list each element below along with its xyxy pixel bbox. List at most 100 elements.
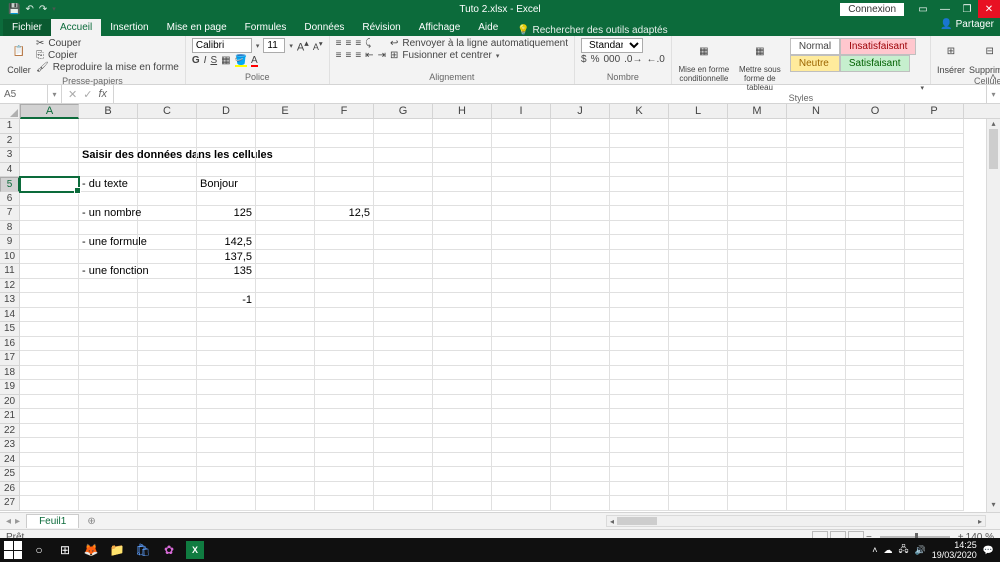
col-header-J[interactable]: J	[551, 104, 610, 118]
row-header[interactable]: 20	[0, 395, 20, 410]
cell-L25[interactable]	[669, 467, 728, 482]
cell-A4[interactable]	[20, 163, 79, 178]
cell-A11[interactable]	[20, 264, 79, 279]
align-center-icon[interactable]: ≡	[345, 50, 351, 61]
cell-E2[interactable]	[256, 134, 315, 149]
cell-M15[interactable]	[728, 322, 787, 337]
cell-P26[interactable]	[905, 482, 964, 497]
cell-B22[interactable]	[79, 424, 138, 439]
row-header[interactable]: 27	[0, 496, 20, 511]
cell-L12[interactable]	[669, 279, 728, 294]
cell-F21[interactable]	[315, 409, 374, 424]
search-icon[interactable]: ○	[30, 541, 48, 559]
cell-A13[interactable]	[20, 293, 79, 308]
cell-P18[interactable]	[905, 366, 964, 381]
cell-C12[interactable]	[138, 279, 197, 294]
row-header[interactable]: 5	[0, 177, 20, 192]
cell-C24[interactable]	[138, 453, 197, 468]
cell-I27[interactable]	[492, 496, 551, 511]
cell-L21[interactable]	[669, 409, 728, 424]
cell-G8[interactable]	[374, 221, 433, 236]
cell-N26[interactable]	[787, 482, 846, 497]
cell-I14[interactable]	[492, 308, 551, 323]
cell-H7[interactable]	[433, 206, 492, 221]
cell-F14[interactable]	[315, 308, 374, 323]
cell-O16[interactable]	[846, 337, 905, 352]
cell-J3[interactable]	[551, 148, 610, 163]
cell-D20[interactable]	[197, 395, 256, 410]
cell-O13[interactable]	[846, 293, 905, 308]
cell-K2[interactable]	[610, 134, 669, 149]
cell-H15[interactable]	[433, 322, 492, 337]
cell-F9[interactable]	[315, 235, 374, 250]
cell-M13[interactable]	[728, 293, 787, 308]
cell-D2[interactable]	[197, 134, 256, 149]
col-header-H[interactable]: H	[433, 104, 492, 118]
cell-F4[interactable]	[315, 163, 374, 178]
cell-F23[interactable]	[315, 438, 374, 453]
cell-J4[interactable]	[551, 163, 610, 178]
row-header[interactable]: 11	[0, 264, 20, 279]
cell-C13[interactable]	[138, 293, 197, 308]
cell-F15[interactable]	[315, 322, 374, 337]
row-header[interactable]: 7	[0, 206, 20, 221]
align-right-icon[interactable]: ≡	[355, 50, 361, 61]
cell-G24[interactable]	[374, 453, 433, 468]
cell-J12[interactable]	[551, 279, 610, 294]
cell-O1[interactable]	[846, 119, 905, 134]
cell-I2[interactable]	[492, 134, 551, 149]
row-header[interactable]: 26	[0, 482, 20, 497]
cell-F25[interactable]	[315, 467, 374, 482]
cell-L23[interactable]	[669, 438, 728, 453]
add-sheet-button[interactable]: ⊕	[79, 516, 103, 527]
notifications-icon[interactable]: 💬	[983, 545, 994, 556]
cell-H9[interactable]	[433, 235, 492, 250]
align-middle-icon[interactable]: ≡	[345, 38, 351, 49]
currency-icon[interactable]: $	[581, 54, 587, 65]
cell-H25[interactable]	[433, 467, 492, 482]
cell-I1[interactable]	[492, 119, 551, 134]
align-bottom-icon[interactable]: ≡	[355, 38, 361, 49]
cell-O24[interactable]	[846, 453, 905, 468]
ribbon-options-icon[interactable]: ▭	[912, 0, 934, 18]
number-format-select[interactable]: Standard	[581, 38, 643, 53]
cell-O25[interactable]	[846, 467, 905, 482]
cell-B15[interactable]	[79, 322, 138, 337]
cell-K24[interactable]	[610, 453, 669, 468]
cell-C4[interactable]	[138, 163, 197, 178]
cell-J11[interactable]	[551, 264, 610, 279]
cell-D5[interactable]: Bonjour	[197, 177, 256, 192]
cell-E10[interactable]	[256, 250, 315, 265]
row-header[interactable]: 18	[0, 366, 20, 381]
cell-M8[interactable]	[728, 221, 787, 236]
cell-L15[interactable]	[669, 322, 728, 337]
taskbar-clock[interactable]: 14:25 19/03/2020	[932, 540, 977, 560]
scroll-thumb[interactable]	[989, 129, 998, 169]
cell-G4[interactable]	[374, 163, 433, 178]
styles-more-icon[interactable]: ▾	[920, 84, 924, 92]
cell-J14[interactable]	[551, 308, 610, 323]
cell-M17[interactable]	[728, 351, 787, 366]
cell-K14[interactable]	[610, 308, 669, 323]
row-header[interactable]: 15	[0, 322, 20, 337]
cell-I11[interactable]	[492, 264, 551, 279]
cell-A14[interactable]	[20, 308, 79, 323]
tab-formules[interactable]: Formules	[236, 19, 296, 36]
style-normal[interactable]: Normal	[790, 38, 840, 55]
cell-L7[interactable]	[669, 206, 728, 221]
cell-A2[interactable]	[20, 134, 79, 149]
cell-E21[interactable]	[256, 409, 315, 424]
cell-I24[interactable]	[492, 453, 551, 468]
cell-J15[interactable]	[551, 322, 610, 337]
cell-O19[interactable]	[846, 380, 905, 395]
excel-icon[interactable]: X	[186, 541, 204, 559]
cell-C22[interactable]	[138, 424, 197, 439]
cell-A21[interactable]	[20, 409, 79, 424]
cell-D18[interactable]	[197, 366, 256, 381]
cell-D7[interactable]: 125	[197, 206, 256, 221]
cell-B23[interactable]	[79, 438, 138, 453]
cell-D8[interactable]	[197, 221, 256, 236]
cell-P10[interactable]	[905, 250, 964, 265]
cell-K5[interactable]	[610, 177, 669, 192]
cell-B27[interactable]	[79, 496, 138, 511]
